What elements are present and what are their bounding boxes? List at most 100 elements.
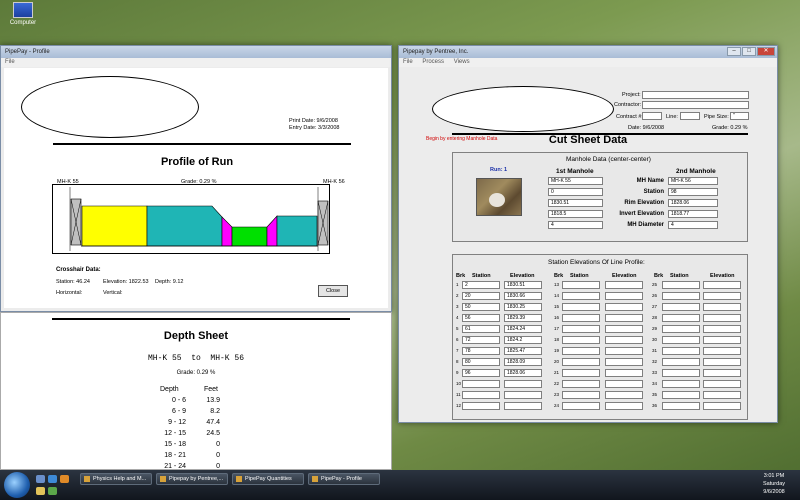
contract-input[interactable] bbox=[642, 112, 662, 120]
elevation-input[interactable] bbox=[703, 292, 741, 300]
first-manhole-input[interactable]: 1830.51 bbox=[548, 199, 603, 207]
elevation-input[interactable] bbox=[703, 369, 741, 377]
line-input[interactable] bbox=[680, 112, 700, 120]
elevation-input[interactable]: 1829.39 bbox=[504, 314, 542, 322]
station-input[interactable] bbox=[562, 358, 600, 366]
station-input[interactable] bbox=[562, 292, 600, 300]
station-input[interactable] bbox=[662, 281, 700, 289]
station-input[interactable] bbox=[662, 380, 700, 388]
profile-titlebar[interactable]: PipePay - Profile bbox=[1, 46, 391, 58]
close-icon[interactable]: ✕ bbox=[757, 47, 775, 56]
station-input[interactable] bbox=[662, 336, 700, 344]
station-input[interactable] bbox=[662, 347, 700, 355]
station-input[interactable] bbox=[662, 391, 700, 399]
elevation-input[interactable]: 1824.24 bbox=[504, 325, 542, 333]
station-input[interactable]: 80 bbox=[462, 358, 500, 366]
station-input[interactable] bbox=[562, 325, 600, 333]
second-manhole-input[interactable]: 4 bbox=[668, 221, 718, 229]
elevation-input[interactable] bbox=[703, 325, 741, 333]
elevation-input[interactable] bbox=[703, 380, 741, 388]
station-input[interactable] bbox=[562, 336, 600, 344]
station-input[interactable]: 96 bbox=[462, 369, 500, 377]
elevation-input[interactable] bbox=[605, 358, 643, 366]
station-input[interactable] bbox=[562, 402, 600, 410]
taskbar-button-pipepay-pentree[interactable]: Pipepay by Pentree,... bbox=[156, 473, 228, 485]
minimize-icon[interactable]: – bbox=[727, 47, 741, 56]
elevation-input[interactable] bbox=[605, 325, 643, 333]
elevation-input[interactable]: 1824.2 bbox=[504, 336, 542, 344]
quicklaunch-desktop-icon[interactable] bbox=[36, 475, 45, 483]
elevation-input[interactable] bbox=[605, 380, 643, 388]
station-input[interactable] bbox=[662, 369, 700, 377]
second-manhole-input[interactable]: 1828.06 bbox=[668, 199, 718, 207]
cut-menu-views[interactable]: Views bbox=[454, 59, 470, 65]
elevation-input[interactable]: 1828.09 bbox=[504, 358, 542, 366]
quicklaunch-mail-icon[interactable] bbox=[48, 487, 57, 495]
start-button[interactable] bbox=[4, 472, 30, 498]
second-manhole-input[interactable]: MH-K 56 bbox=[668, 177, 718, 185]
first-manhole-input[interactable]: 0 bbox=[548, 188, 603, 196]
taskbar-button-profile[interactable]: PipePay - Profile bbox=[308, 473, 380, 485]
project-input[interactable] bbox=[642, 91, 749, 99]
station-input[interactable] bbox=[562, 314, 600, 322]
station-input[interactable] bbox=[562, 281, 600, 289]
station-input[interactable]: 2 bbox=[462, 281, 500, 289]
elevation-input[interactable]: 1830.51 bbox=[504, 281, 542, 289]
pipe-size-input[interactable]: " bbox=[730, 112, 749, 120]
quicklaunch-media-icon[interactable] bbox=[60, 475, 69, 483]
cut-menu-process[interactable]: Process bbox=[422, 59, 444, 65]
station-input[interactable] bbox=[662, 402, 700, 410]
station-input[interactable]: 50 bbox=[462, 303, 500, 311]
station-input[interactable] bbox=[562, 391, 600, 399]
elevation-input[interactable] bbox=[703, 281, 741, 289]
elevation-input[interactable] bbox=[605, 347, 643, 355]
first-manhole-input[interactable]: 4 bbox=[548, 221, 603, 229]
elevation-input[interactable] bbox=[504, 402, 542, 410]
quicklaunch-folder-icon[interactable] bbox=[36, 487, 45, 495]
elevation-input[interactable] bbox=[504, 391, 542, 399]
station-input[interactable] bbox=[562, 369, 600, 377]
station-input[interactable] bbox=[562, 303, 600, 311]
station-input[interactable]: 61 bbox=[462, 325, 500, 333]
second-manhole-input[interactable]: 1818.77 bbox=[668, 210, 718, 218]
elevation-input[interactable] bbox=[703, 336, 741, 344]
station-input[interactable] bbox=[562, 380, 600, 388]
taskbar-clock[interactable]: 3:01 PM Saturday 9/6/2008 bbox=[754, 472, 794, 496]
first-manhole-input[interactable]: 1818.5 bbox=[548, 210, 603, 218]
station-input[interactable]: 78 bbox=[462, 347, 500, 355]
station-input[interactable] bbox=[662, 358, 700, 366]
station-input[interactable] bbox=[662, 325, 700, 333]
elevation-input[interactable] bbox=[703, 358, 741, 366]
elevation-input[interactable] bbox=[703, 391, 741, 399]
elevation-input[interactable] bbox=[703, 347, 741, 355]
elevation-input[interactable] bbox=[703, 314, 741, 322]
elevation-input[interactable] bbox=[605, 303, 643, 311]
station-input[interactable] bbox=[662, 314, 700, 322]
elevation-input[interactable] bbox=[703, 402, 741, 410]
elevation-input[interactable] bbox=[605, 292, 643, 300]
elevation-input[interactable]: 1830.66 bbox=[504, 292, 542, 300]
profile-menu-file[interactable]: File bbox=[5, 59, 15, 65]
elevation-input[interactable] bbox=[605, 336, 643, 344]
elevation-input[interactable] bbox=[605, 314, 643, 322]
cut-menu-file[interactable]: File bbox=[403, 59, 413, 65]
elevation-input[interactable] bbox=[605, 402, 643, 410]
first-manhole-input[interactable]: MH-K 55 bbox=[548, 177, 603, 185]
taskbar-button-quantities[interactable]: PipePay Quantities bbox=[232, 473, 304, 485]
elevation-input[interactable] bbox=[605, 369, 643, 377]
station-input[interactable]: 56 bbox=[462, 314, 500, 322]
elevation-input[interactable]: 1828.06 bbox=[504, 369, 542, 377]
station-input[interactable] bbox=[462, 380, 500, 388]
elevation-input[interactable]: 1825.47 bbox=[504, 347, 542, 355]
elevation-input[interactable] bbox=[605, 281, 643, 289]
station-input[interactable] bbox=[462, 402, 500, 410]
station-input[interactable]: 72 bbox=[462, 336, 500, 344]
station-input[interactable]: 20 bbox=[462, 292, 500, 300]
maximize-icon[interactable]: □ bbox=[742, 47, 756, 56]
station-input[interactable] bbox=[462, 391, 500, 399]
station-input[interactable] bbox=[662, 303, 700, 311]
taskbar-button-physics[interactable]: Physics Help and M... bbox=[80, 473, 152, 485]
computer-desktop-icon[interactable]: Computer bbox=[3, 2, 43, 26]
quicklaunch-browser-icon[interactable] bbox=[48, 475, 57, 483]
station-input[interactable] bbox=[562, 347, 600, 355]
